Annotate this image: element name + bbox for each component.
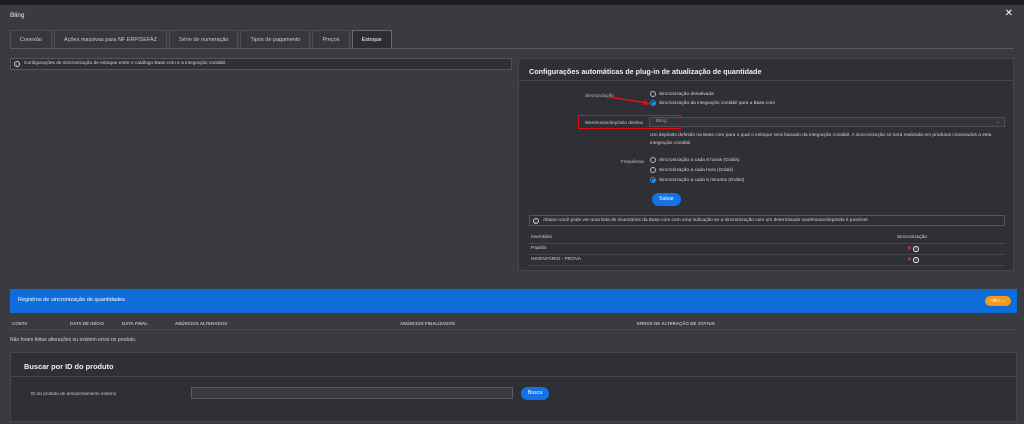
red-arrow-icon xyxy=(608,96,651,105)
header-inventory: Inventário xyxy=(531,235,553,240)
search-panel: Buscar por ID do produto ID do produto d… xyxy=(10,352,1017,422)
filter-label: Filtro xyxy=(990,298,1001,303)
sync-option-integration[interactable]: Sincronização da integração contábil par… xyxy=(650,100,775,106)
search-button[interactable]: Busca xyxy=(521,387,549,400)
divider xyxy=(519,80,1013,81)
sync-option-label: Sincronização desativada xyxy=(659,91,714,97)
frequency-label: Frequência xyxy=(621,159,644,164)
help-icon[interactable]: ? xyxy=(913,246,919,252)
info-text: Configurações de sincronização de estoqu… xyxy=(24,61,227,66)
warehouse-value: Bling xyxy=(656,119,667,124)
modal-window: Bling ✕ Conexão Ações massivas para NF E… xyxy=(0,5,1024,424)
tab-precos[interactable]: Preços xyxy=(312,30,350,48)
inventory-info-text: Abaixo você pode ver uma lista de invent… xyxy=(543,218,869,223)
col-conta: CONTA xyxy=(12,321,28,326)
radio-selected-icon[interactable] xyxy=(650,177,656,183)
info-banner: i Configurações de sincronização de esto… xyxy=(10,58,512,70)
sync-status: ✕ ? xyxy=(907,257,919,263)
divider xyxy=(10,329,1017,330)
col-anuncios-finalizados: ANÚNCIOS FINALIZADOS xyxy=(400,321,455,326)
filter-button[interactable]: Filtro ⌄ xyxy=(985,296,1011,306)
cross-icon: ✕ xyxy=(907,246,913,252)
warehouse-description: Um depósito definido na Base.com para o … xyxy=(650,133,992,146)
warehouse-label: Warehouse/depósito destino xyxy=(585,120,644,125)
col-data-inicio: DATA DE INÍCIO xyxy=(70,321,105,326)
inventory-table: Inventário Sincronização Padrão ✕ ? INVE… xyxy=(529,233,1005,266)
sync-option-disabled[interactable]: Sincronização desativada xyxy=(650,91,714,97)
col-anuncios-alterados: ANÚNCIOS ALTERADOS xyxy=(175,321,228,326)
logs-header-bar: Registros de sincronização de quantidade… xyxy=(10,289,1017,313)
sync-option-label: Sincronização da integração contábil par… xyxy=(659,100,775,106)
panel-title: Configurações automáticas de plug-in de … xyxy=(529,67,762,76)
table-row: INVENTÁRIO - PROVA ✕ ? xyxy=(529,255,1005,266)
frequency-option-label: Sincronização a cada 8 horas (Grátis) xyxy=(659,157,740,163)
tab-tipos-pagamento[interactable]: Tipos de pagamento xyxy=(240,30,311,48)
product-id-input[interactable] xyxy=(191,387,513,399)
divider xyxy=(11,376,1016,377)
tab-bar: Conexão Ações massivas para NF ERP/SEFAZ… xyxy=(10,30,1014,49)
inventory-info-banner: i Abaixo você pode ver uma lista de inve… xyxy=(529,215,1005,226)
modal-header: Bling ✕ xyxy=(0,5,1024,27)
warehouse-select[interactable]: Bling ⌄ xyxy=(649,117,1005,127)
frequency-option-8h[interactable]: Sincronização a cada 8 horas (Grátis) xyxy=(650,157,740,163)
cross-icon: ✕ xyxy=(907,257,913,263)
radio-icon[interactable] xyxy=(650,167,656,173)
radio-icon[interactable] xyxy=(650,157,656,163)
sync-status: ✕ ? xyxy=(907,246,919,252)
header-sync: Sincronização xyxy=(897,235,928,240)
modal-title: Bling xyxy=(10,12,25,19)
product-id-label: ID do produto de armazenamento externo xyxy=(31,391,117,396)
tab-serie-numeracao[interactable]: Série de numeração xyxy=(168,30,239,48)
info-icon: i xyxy=(533,217,539,224)
table-row: Padrão ✕ ? xyxy=(529,244,1005,255)
inventory-name: Padrão xyxy=(531,246,547,251)
close-icon[interactable]: ✕ xyxy=(1005,9,1013,19)
chevron-down-icon: ⌄ xyxy=(995,119,1000,125)
frequency-option-label: Sincronização a cada hora (Grátis) xyxy=(659,167,734,173)
col-erros-status: ERROS DE ALTERAÇÃO DE STATUS xyxy=(637,321,715,326)
logs-title: Registros de sincronização de quantidade… xyxy=(18,297,125,303)
tab-acoes-massivas[interactable]: Ações massivas para NF ERP/SEFAZ xyxy=(54,30,167,48)
inventory-name: INVENTÁRIO - PROVA xyxy=(531,257,582,262)
frequency-option-label: Sincronização a cada 5 minutos (Grátis) xyxy=(659,177,745,183)
tab-estoque[interactable]: Estoque xyxy=(351,30,392,48)
auto-config-panel: Configurações automáticas de plug-in de … xyxy=(518,58,1014,271)
info-icon: i xyxy=(14,61,20,67)
tab-conexao[interactable]: Conexão xyxy=(10,30,53,48)
search-title: Buscar por ID do produto xyxy=(24,362,114,371)
logs-empty-text: Não foram feitas alterações ou existem e… xyxy=(10,337,137,343)
frequency-option-1h[interactable]: Sincronização a cada hora (Grátis) xyxy=(650,167,733,173)
frequency-option-5min[interactable]: Sincronização a cada 5 minutos (Grátis) xyxy=(650,177,744,183)
help-icon[interactable]: ? xyxy=(913,257,919,263)
table-header-row: Inventário Sincronização xyxy=(529,233,1005,244)
save-button[interactable]: Salvar xyxy=(652,193,681,206)
col-data-final: DATA FINAL xyxy=(122,321,148,326)
